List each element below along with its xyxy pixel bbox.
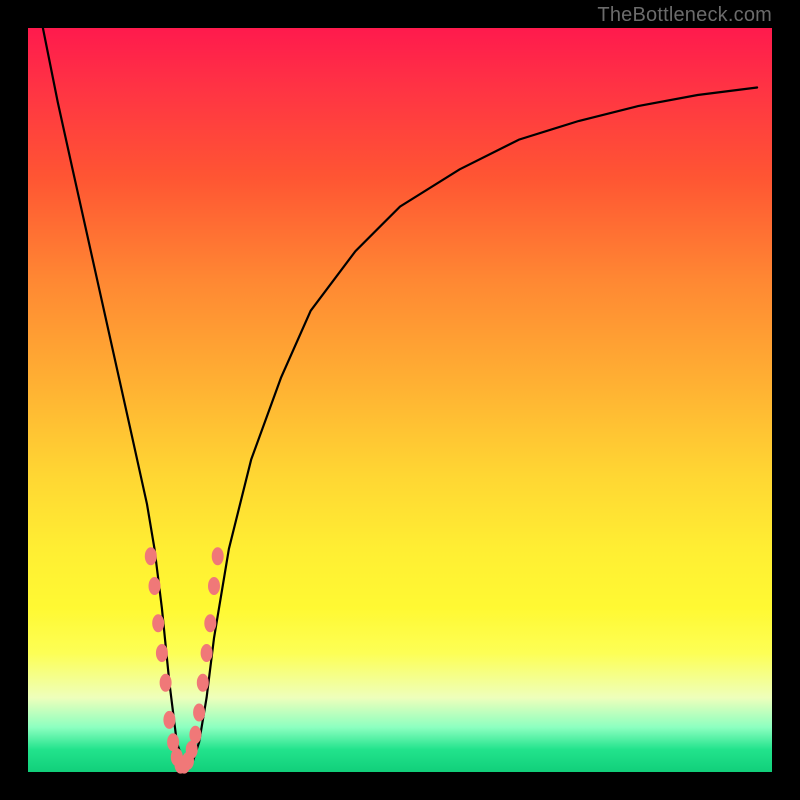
data-marker bbox=[212, 547, 224, 565]
data-marker bbox=[208, 577, 220, 595]
data-marker bbox=[197, 674, 209, 692]
chart-frame: TheBottleneck.com bbox=[0, 0, 800, 800]
data-marker bbox=[149, 577, 161, 595]
data-marker bbox=[163, 711, 175, 729]
data-marker bbox=[193, 704, 205, 722]
data-marker bbox=[204, 614, 216, 632]
data-marker bbox=[145, 547, 157, 565]
data-marker bbox=[156, 644, 168, 662]
data-marker bbox=[152, 614, 164, 632]
data-marker bbox=[201, 644, 213, 662]
bottleneck-curve bbox=[43, 28, 757, 765]
data-marker bbox=[160, 674, 172, 692]
data-marker bbox=[189, 726, 201, 744]
chart-svg bbox=[0, 0, 800, 800]
